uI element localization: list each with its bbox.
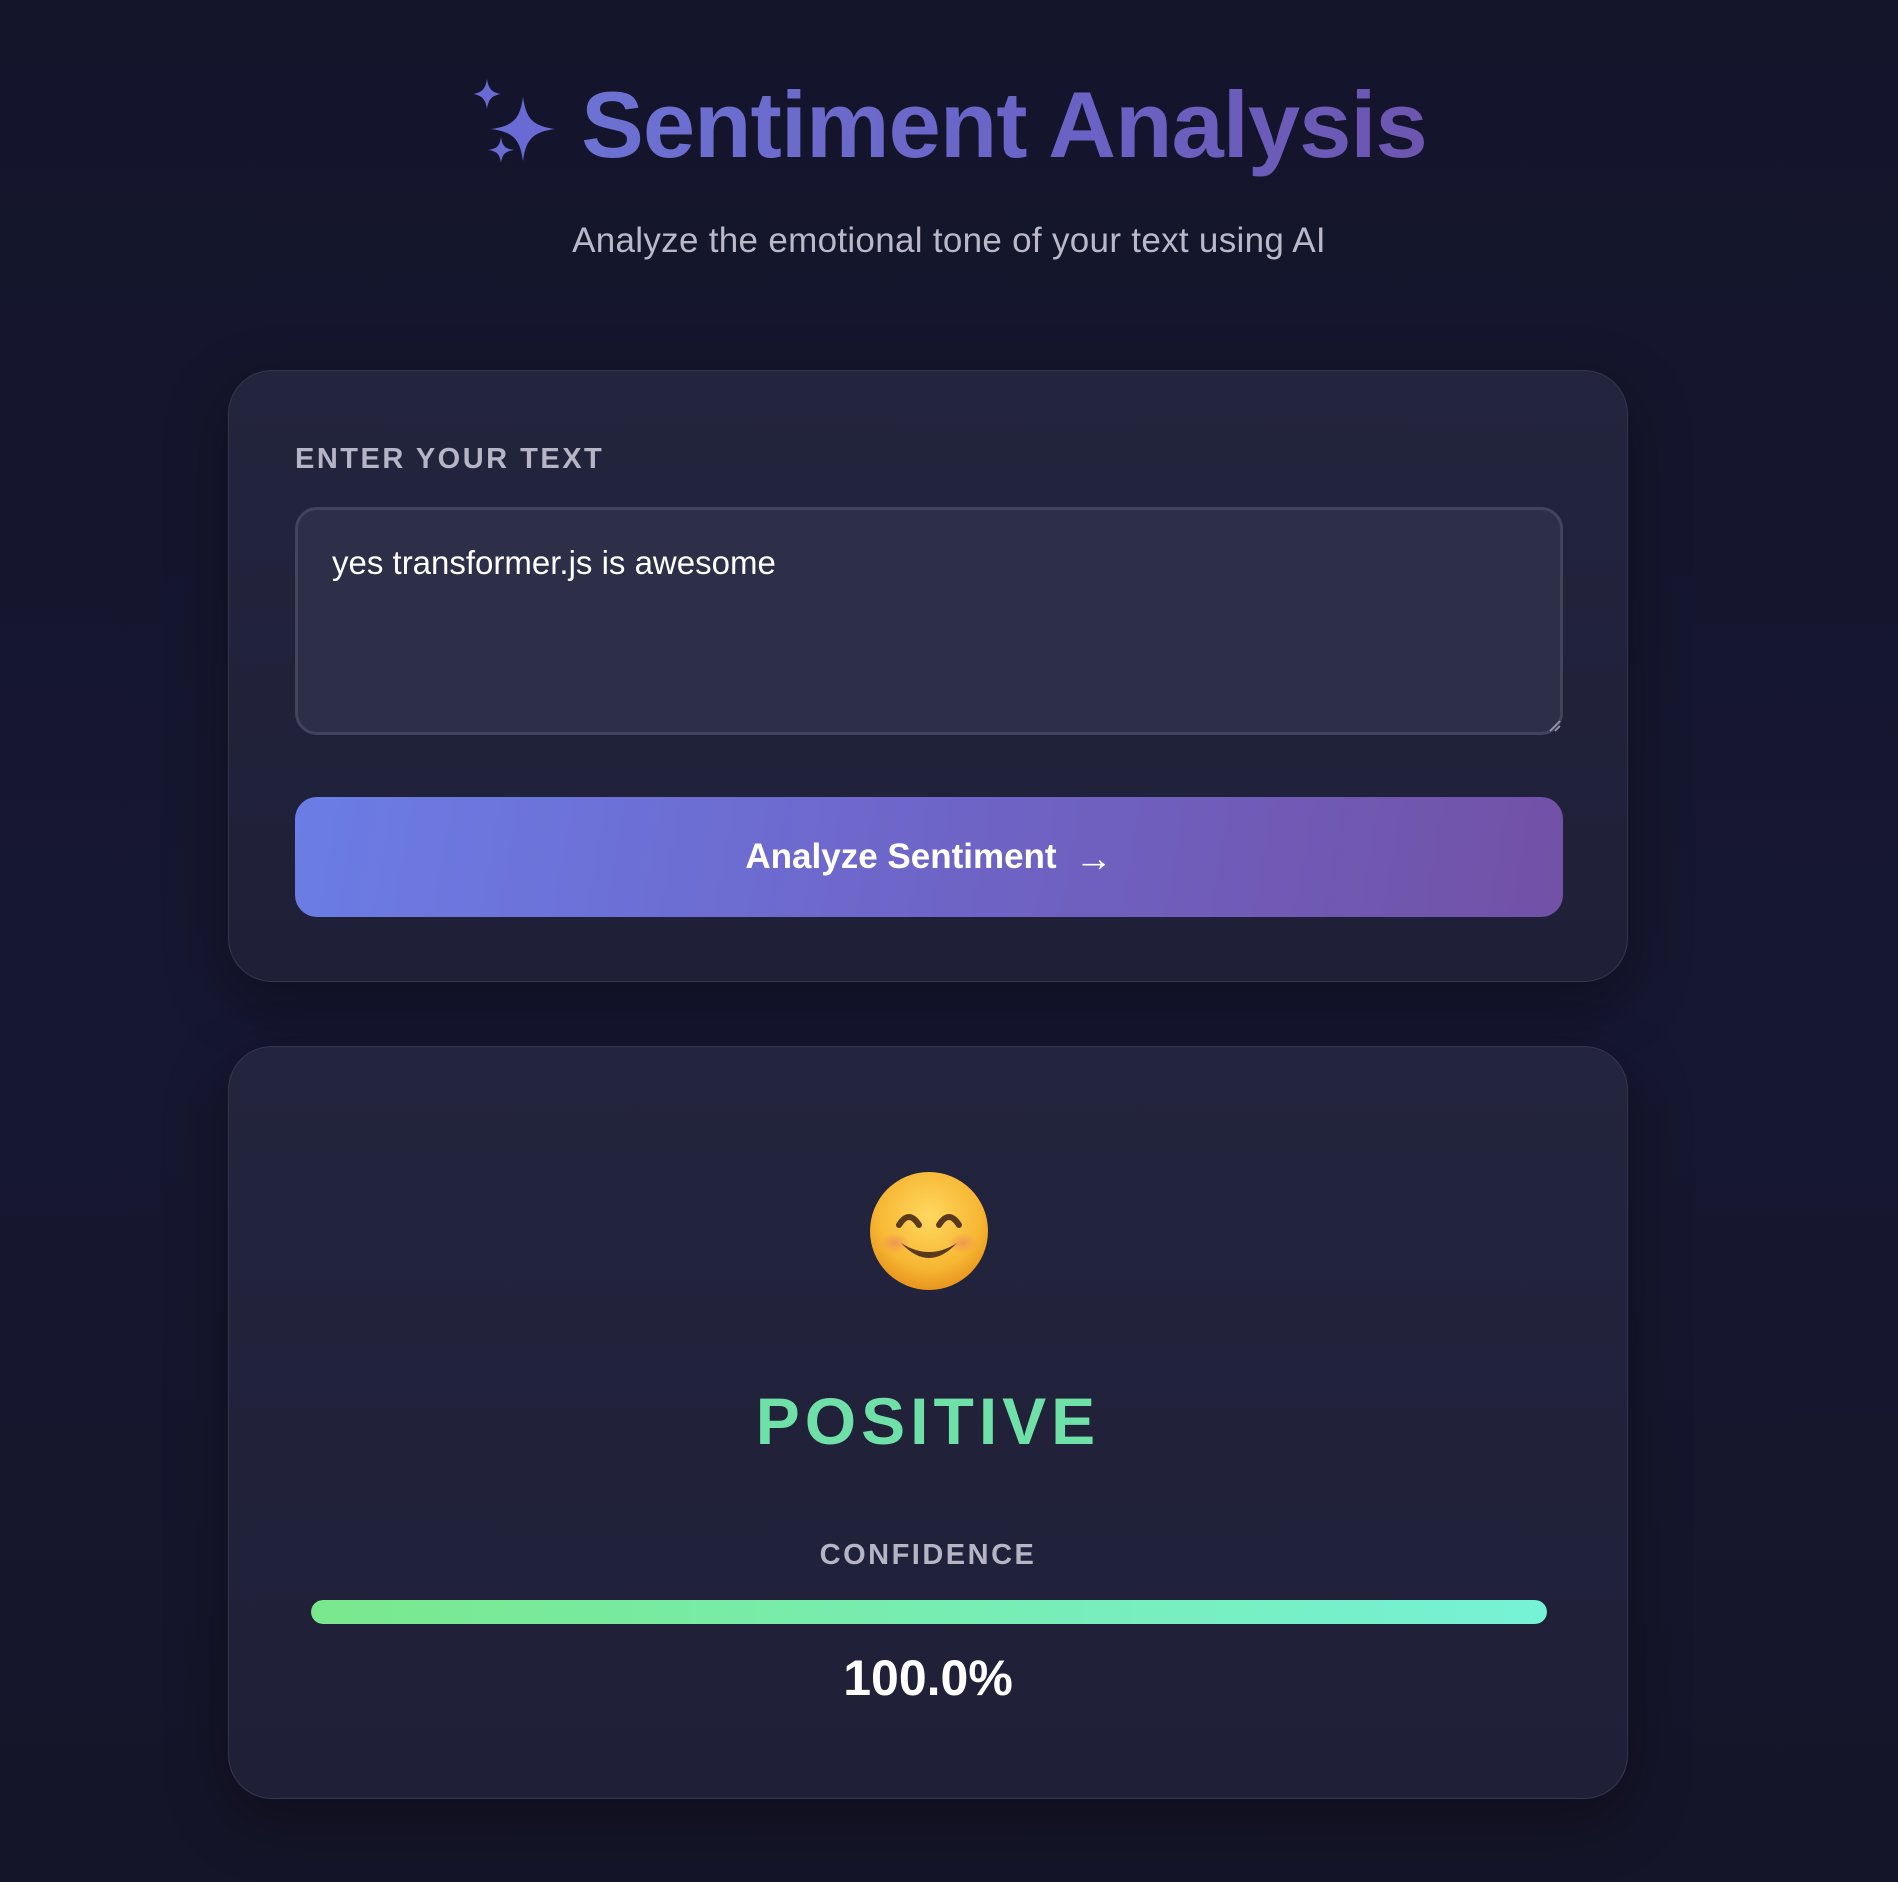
page-subtitle: Analyze the emotional tone of your text … xyxy=(572,221,1326,260)
resize-handle-icon[interactable] xyxy=(1547,718,1561,732)
input-card: ENTER YOUR TEXT yes transformer.js is aw… xyxy=(228,370,1628,982)
arrow-right-icon: → xyxy=(1074,838,1113,880)
page-title: Sentiment Analysis xyxy=(581,70,1428,180)
analyze-sentiment-button[interactable]: Analyze Sentiment → xyxy=(295,797,1563,917)
smiling-face-icon xyxy=(870,1172,988,1290)
confidence-value: 100.0% xyxy=(843,1650,1013,1706)
page-header: Sentiment Analysis Analyze the emotional… xyxy=(0,70,1898,261)
confidence-label: CONFIDENCE xyxy=(819,1539,1037,1571)
title-row: Sentiment Analysis xyxy=(0,70,1898,180)
result-card: POSITIVE CONFIDENCE 100.0% xyxy=(228,1046,1628,1799)
analyze-button-label: Analyze Sentiment xyxy=(745,837,1057,876)
text-field-label: ENTER YOUR TEXT xyxy=(295,443,605,475)
sparkles-icon xyxy=(473,79,556,163)
sentiment-result-label: POSITIVE xyxy=(755,1384,1101,1458)
confidence-bar xyxy=(311,1600,1547,1624)
text-input[interactable]: yes transformer.js is awesome xyxy=(295,507,1563,735)
confidence-bar-fill xyxy=(311,1600,1547,1624)
